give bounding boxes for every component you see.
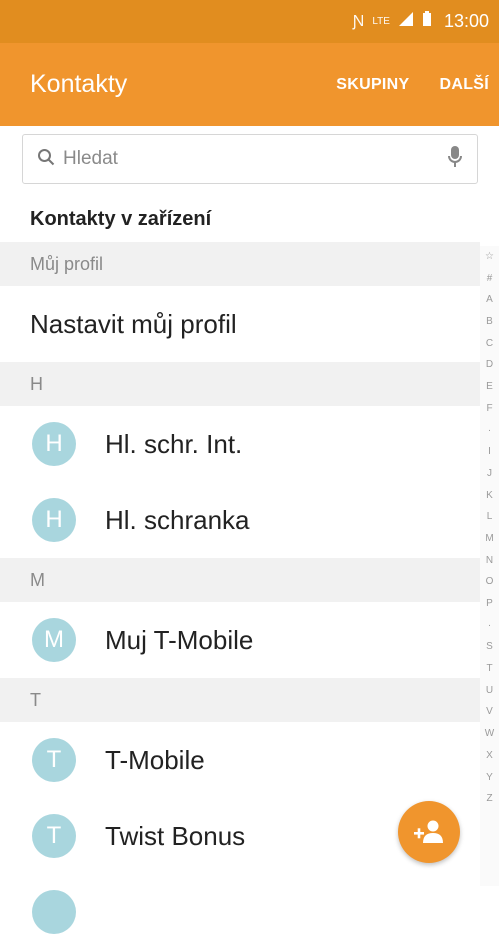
index-item[interactable]: S — [480, 636, 499, 658]
contact-name: Muj T-Mobile — [105, 624, 254, 655]
microphone-icon[interactable] — [447, 145, 463, 174]
index-item[interactable]: Z — [480, 788, 499, 810]
set-up-profile-item[interactable]: Nastavit můj profil — [0, 286, 480, 362]
group-header-h: H — [0, 362, 480, 406]
index-item[interactable]: M — [480, 528, 499, 550]
page-title: Kontakty — [30, 70, 128, 98]
list-item[interactable]: M Muj T-Mobile — [0, 602, 480, 678]
index-item[interactable]: K — [480, 485, 499, 507]
alphabet-index-scrollbar[interactable]: ☆ # A B C D E F · I J K L M N O P · S T … — [480, 246, 499, 886]
list-item[interactable]: H Hl. schr. Int. — [0, 406, 480, 482]
index-item[interactable]: # — [480, 268, 499, 290]
index-item[interactable]: P — [480, 593, 499, 615]
search-input[interactable] — [61, 147, 447, 171]
list-item[interactable]: H Hl. schranka — [0, 482, 480, 558]
group-header-m: M — [0, 558, 480, 602]
index-item[interactable]: ☆ — [480, 246, 499, 268]
index-item[interactable]: F — [480, 398, 499, 420]
index-item[interactable]: W — [480, 723, 499, 745]
index-item[interactable]: D — [480, 354, 499, 376]
avatar: T — [32, 814, 76, 858]
contact-name: Twist Bonus — [105, 820, 246, 851]
add-contact-button[interactable] — [398, 801, 460, 863]
index-item[interactable]: · — [480, 615, 499, 637]
signal-icon — [398, 11, 414, 32]
search-bar[interactable] — [22, 134, 478, 184]
index-item[interactable]: B — [480, 311, 499, 333]
avatar: T — [32, 738, 76, 782]
avatar — [32, 890, 76, 934]
index-item[interactable]: U — [480, 680, 499, 702]
avatar: H — [32, 498, 76, 542]
add-person-icon — [413, 819, 445, 845]
list-item-partial[interactable] — [0, 874, 480, 950]
index-item[interactable]: · — [480, 420, 499, 442]
index-item[interactable]: X — [480, 745, 499, 767]
profile-header: Můj profil — [0, 242, 480, 286]
index-item[interactable]: I — [480, 441, 499, 463]
index-item[interactable]: N — [480, 550, 499, 572]
groups-button[interactable]: SKUPINY — [336, 76, 409, 94]
index-item[interactable]: E — [480, 376, 499, 398]
index-item[interactable]: J — [480, 463, 499, 485]
search-icon — [37, 148, 55, 171]
lte-icon: LTE — [372, 16, 390, 27]
nfc-icon: Ɲ — [352, 12, 365, 30]
index-item[interactable]: C — [480, 333, 499, 355]
list-item[interactable]: T T-Mobile — [0, 722, 480, 798]
section-title: Kontakty v zařízení — [30, 208, 212, 230]
index-item[interactable]: T — [480, 658, 499, 680]
app-bar: Kontakty SKUPINY DALŠÍ — [0, 43, 499, 126]
index-item[interactable]: L — [480, 506, 499, 528]
contact-name: T-Mobile — [105, 744, 205, 775]
index-item[interactable]: V — [480, 701, 499, 723]
avatar: H — [32, 422, 76, 466]
index-item[interactable]: O — [480, 571, 499, 593]
battery-icon — [422, 11, 432, 32]
contact-name: Hl. schranka — [105, 504, 250, 535]
contact-name: Hl. schr. Int. — [105, 428, 243, 459]
status-time: 13:00 — [443, 11, 489, 31]
index-item[interactable]: A — [480, 289, 499, 311]
group-header-t: T — [0, 678, 480, 722]
avatar: M — [32, 618, 76, 662]
more-button[interactable]: DALŠÍ — [440, 76, 490, 94]
status-bar: Ɲ LTE 13:00 — [0, 0, 499, 43]
index-item[interactable]: Y — [480, 767, 499, 789]
